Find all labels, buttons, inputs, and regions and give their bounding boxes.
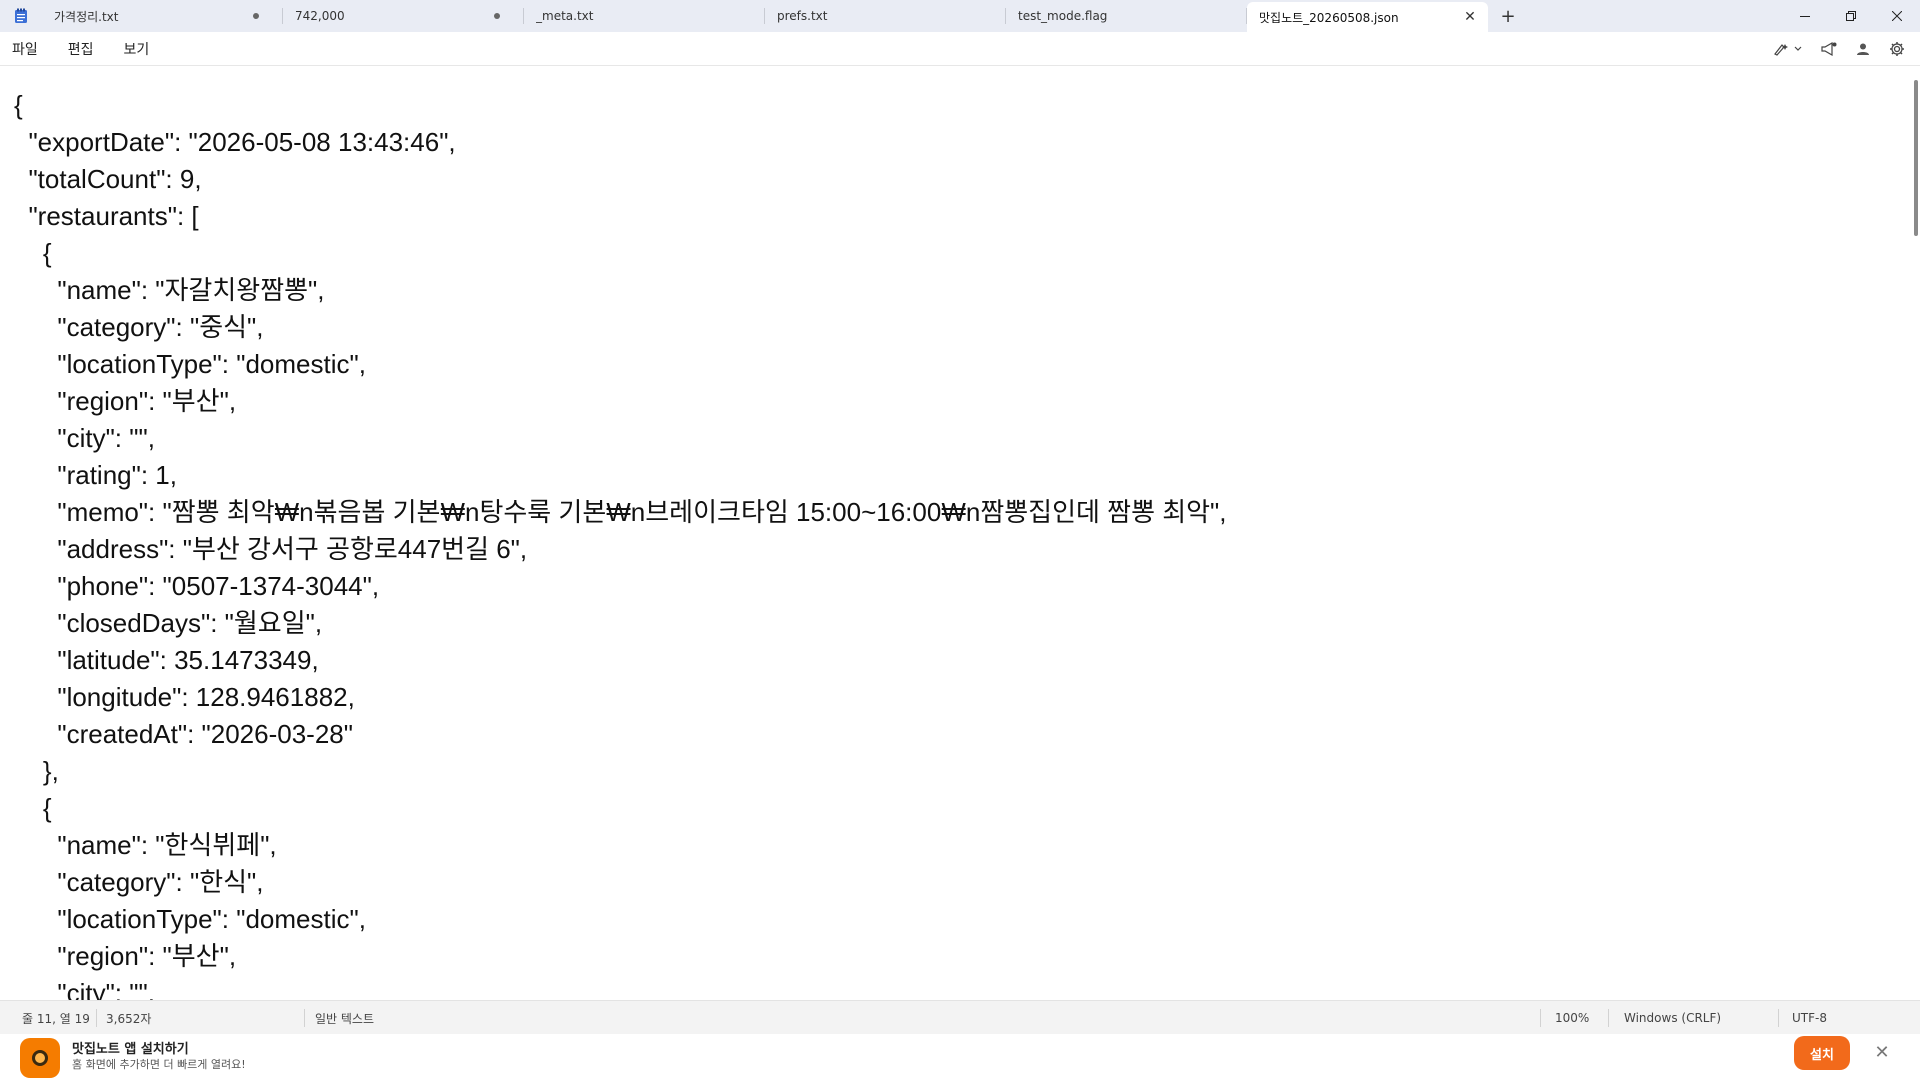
announcement-button[interactable] — [1814, 34, 1844, 64]
code-line: "city": "", — [14, 423, 155, 453]
tab-label: 가격정리.txt — [54, 9, 119, 24]
zoom-level[interactable]: 100% — [1555, 1001, 1589, 1035]
status-divider — [1778, 1009, 1779, 1027]
code-line: "locationType": "domestic", — [14, 349, 366, 379]
code-line: "name": "자갈치왕짬뽕", — [14, 275, 325, 305]
menu-bar: 파일 편집 보기 — [0, 32, 1920, 66]
menu-edit[interactable]: 편집 — [56, 32, 106, 66]
code-line: "locationType": "domestic", — [14, 904, 366, 934]
code-line: "category": "중식", — [14, 312, 264, 342]
tab-1[interactable]: 742,000 — [283, 0, 524, 32]
code-line: "region": "부산", — [14, 941, 237, 971]
code-line: "latitude": 35.1473349, — [14, 645, 319, 675]
vertical-scrollbar[interactable] — [1914, 80, 1918, 236]
character-count: 3,652자 — [106, 1011, 152, 1026]
code-line: "longitude": 128.9461882, — [14, 682, 355, 712]
minimize-icon — [1800, 16, 1810, 17]
line-ending[interactable]: Windows (CRLF) — [1624, 1001, 1721, 1035]
banner-close-button[interactable]: ✕ — [1868, 1038, 1896, 1066]
code-line: "region": "부산", — [14, 386, 237, 416]
tab-2[interactable]: _meta.txt — [524, 0, 765, 32]
code-content: { "exportDate": "2026-05-08 13:43:46", "… — [14, 87, 1910, 1000]
new-tab-button[interactable]: + — [1488, 0, 1528, 32]
code-line: "restaurants": [ — [14, 201, 199, 231]
gear-icon — [1890, 42, 1904, 56]
encoding[interactable]: UTF-8 — [1792, 1001, 1827, 1035]
code-line: "category": "한식", — [14, 867, 264, 897]
code-line: "name": "한식뷔페", — [14, 830, 277, 860]
code-line: "memo": "짬뽕 최악₩n볶음봅 기본₩n탕수룩 기본₩n브레이크타임 1… — [14, 497, 1227, 527]
code-line: { — [14, 793, 52, 823]
tab-label: 맛집노트_20260508.json — [1259, 10, 1399, 25]
restore-icon — [1846, 11, 1856, 21]
install-banner: 맛집노트 앱 설치하기 홈 화면에 추가하면 더 빠르게 열려요! 설치 ✕ — [0, 1034, 1920, 1080]
menu-view[interactable]: 보기 — [112, 32, 162, 66]
code-line: "exportDate": "2026-05-08 13:43:46", — [14, 127, 456, 157]
status-divider — [96, 1009, 97, 1027]
banner-title: 맛집노트 앱 설치하기 — [72, 1042, 189, 1057]
cursor-position: 줄 11, 열 19 — [22, 1011, 90, 1026]
copilot-button[interactable] — [1766, 34, 1810, 64]
code-line: "address": "부산 강서구 공항로447번길 6", — [14, 534, 528, 564]
status-divider — [304, 1009, 305, 1027]
pen-sparkle-icon — [1774, 44, 1802, 56]
status-bar: 줄 11, 열 19 3,652자 일반 텍스트 100% Windows (C… — [0, 1000, 1920, 1034]
window-controls — [1782, 0, 1920, 32]
text-editor[interactable]: { "exportDate": "2026-05-08 13:43:46", "… — [0, 67, 1910, 1000]
tab-5[interactable]: 맛집노트_20260508.json ✕ — [1247, 2, 1488, 32]
close-icon — [1892, 11, 1902, 21]
close-tab-button[interactable]: ✕ — [1460, 7, 1480, 27]
app-logo-icon — [20, 1038, 60, 1078]
tab-bar: 가격정리.txt 742,000 _meta.txt prefs.txt test_mo… — [0, 0, 1920, 32]
tab-label: prefs.txt — [777, 9, 828, 23]
account-button[interactable] — [1848, 34, 1878, 64]
code-line: "rating": 1, — [14, 460, 177, 490]
close-window-button[interactable] — [1874, 0, 1920, 32]
avatar-icon — [1857, 43, 1869, 55]
settings-button[interactable] — [1882, 34, 1912, 64]
code-line: "city": "", — [14, 978, 155, 1000]
tab-0[interactable]: 가격정리.txt — [42, 0, 283, 32]
banner-subtitle: 홈 화면에 추가하면 더 빠르게 열려요! — [72, 1058, 246, 1071]
code-line: "phone": "0507-1374-3044", — [14, 571, 380, 601]
code-line: "closedDays": "월요일", — [14, 608, 323, 638]
tab-label: 742,000 — [295, 9, 345, 23]
menu-file[interactable]: 파일 — [0, 32, 50, 66]
megaphone-icon — [1821, 42, 1837, 56]
code-line: { — [14, 90, 23, 120]
tab-4[interactable]: test_mode.flag — [1006, 0, 1247, 32]
restore-button[interactable] — [1828, 0, 1874, 32]
tab-label: test_mode.flag — [1018, 9, 1108, 23]
code-line: "createdAt": "2026-03-28" — [14, 719, 353, 749]
code-line: }, — [14, 756, 59, 786]
tab-label: _meta.txt — [536, 9, 594, 23]
tabs-container: 가격정리.txt 742,000 _meta.txt prefs.txt test_mo… — [42, 0, 1488, 32]
file-type[interactable]: 일반 텍스트 — [315, 1001, 374, 1035]
install-button[interactable]: 설치 — [1794, 1036, 1850, 1070]
toolbar-right — [1766, 32, 1912, 66]
notepad-app-icon — [0, 0, 42, 32]
unsaved-dot-icon — [253, 13, 259, 19]
status-divider — [1540, 1009, 1541, 1027]
tab-3[interactable]: prefs.txt — [765, 0, 1006, 32]
status-divider — [1608, 1009, 1609, 1027]
code-line: "totalCount": 9, — [14, 164, 202, 194]
code-line: { — [14, 238, 52, 268]
minimize-button[interactable] — [1782, 0, 1828, 32]
unsaved-dot-icon — [494, 13, 500, 19]
